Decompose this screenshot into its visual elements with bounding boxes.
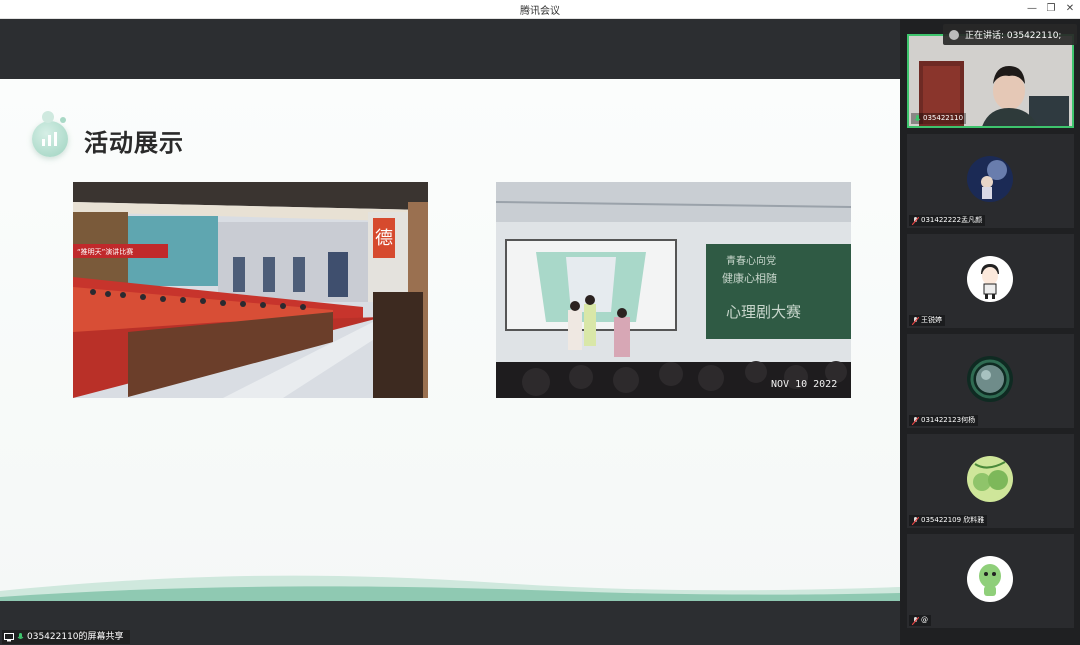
participant-name-tag: 031422222孟凡颜: [909, 215, 986, 226]
participant-name: 031422222孟凡颜: [921, 216, 983, 224]
photo-timestamp: NOV 10 2022: [771, 379, 837, 390]
speaking-indicator: 正在讲话: 035422110;: [943, 24, 1077, 45]
restore-icon[interactable]: ❐: [1043, 1, 1059, 17]
participant-tile[interactable]: @: [907, 534, 1074, 628]
seal-text: 德: [375, 228, 393, 249]
participant-tile[interactable]: 王锐婷: [907, 234, 1074, 328]
participant-tile[interactable]: 031422123何杨: [907, 334, 1074, 428]
participant-name-tag: 035422109 欣料雅: [909, 515, 988, 526]
participant-avatar: [967, 156, 1013, 202]
mic-on-icon: [17, 633, 24, 639]
mic-muted-icon: [912, 616, 919, 625]
title-bar: 腾讯会议 — ❐ ✕: [0, 0, 1080, 19]
minimize-icon[interactable]: —: [1024, 1, 1040, 17]
participant-name: 031422123何杨: [921, 416, 976, 424]
participant-avatar: [967, 256, 1013, 302]
participant-name: 035422109 欣料雅: [921, 516, 985, 524]
participant-tile[interactable]: 035422110: [907, 34, 1074, 128]
board-line2: 健康心相随: [722, 271, 777, 285]
mic-muted-icon: [912, 216, 919, 225]
screen-share-label: 035422110的屏幕共享: [27, 632, 124, 642]
mic-muted-icon: [912, 316, 919, 325]
window-title: 腾讯会议: [520, 6, 560, 17]
participant-name-tag: 王锐婷: [909, 315, 945, 326]
screen-share-icon: [4, 632, 14, 641]
mic-on-icon: [914, 114, 921, 121]
speaker-avatar-icon: [949, 29, 959, 40]
participant-avatar: [967, 556, 1013, 602]
chart-badge-icon: [32, 111, 68, 157]
board-line3: 心理剧大赛: [726, 303, 801, 321]
board-line1: 青春心向党: [726, 254, 776, 267]
participant-name-tag: 031422123何杨: [909, 415, 979, 426]
mic-muted-icon: [912, 516, 919, 525]
banner-text: “推明天”演讲比赛: [77, 247, 133, 256]
participant-tile[interactable]: 031422222孟凡颜: [907, 134, 1074, 228]
classroom-photo: 青春心向党 健康心相随 心理剧大赛 NOV 10 2022: [496, 182, 851, 398]
participant-tile[interactable]: 035422109 欣料雅: [907, 434, 1074, 528]
mic-muted-icon: [912, 416, 919, 425]
participant-name: 王锐婷: [921, 316, 942, 324]
screen-share-tag[interactable]: 035422110的屏幕共享: [2, 630, 130, 644]
auditorium-photo: 德 “推明天”演讲比赛: [73, 182, 428, 398]
presentation-slide: 活动展示 德 “推明天”演讲比赛 青春心向党 健康心相随 心理剧大赛 NOV 1…: [0, 79, 900, 601]
participant-name-tag: @: [909, 615, 931, 626]
speaking-label: 正在讲话: 035422110;: [965, 31, 1062, 41]
shared-screen-stage[interactable]: 活动展示 德 “推明天”演讲比赛 青春心向党 健康心相随 心理剧大赛 NOV 1…: [0, 19, 900, 645]
slide-title: 活动展示: [84, 129, 184, 157]
participant-avatar: [967, 356, 1013, 402]
participant-name: 035422110: [923, 114, 964, 122]
participant-name: @: [921, 616, 928, 624]
slide-footer-wave: [0, 575, 900, 601]
participant-avatar: [967, 456, 1013, 502]
close-icon[interactable]: ✕: [1062, 1, 1078, 17]
participant-name-tag: 035422110: [911, 113, 967, 124]
